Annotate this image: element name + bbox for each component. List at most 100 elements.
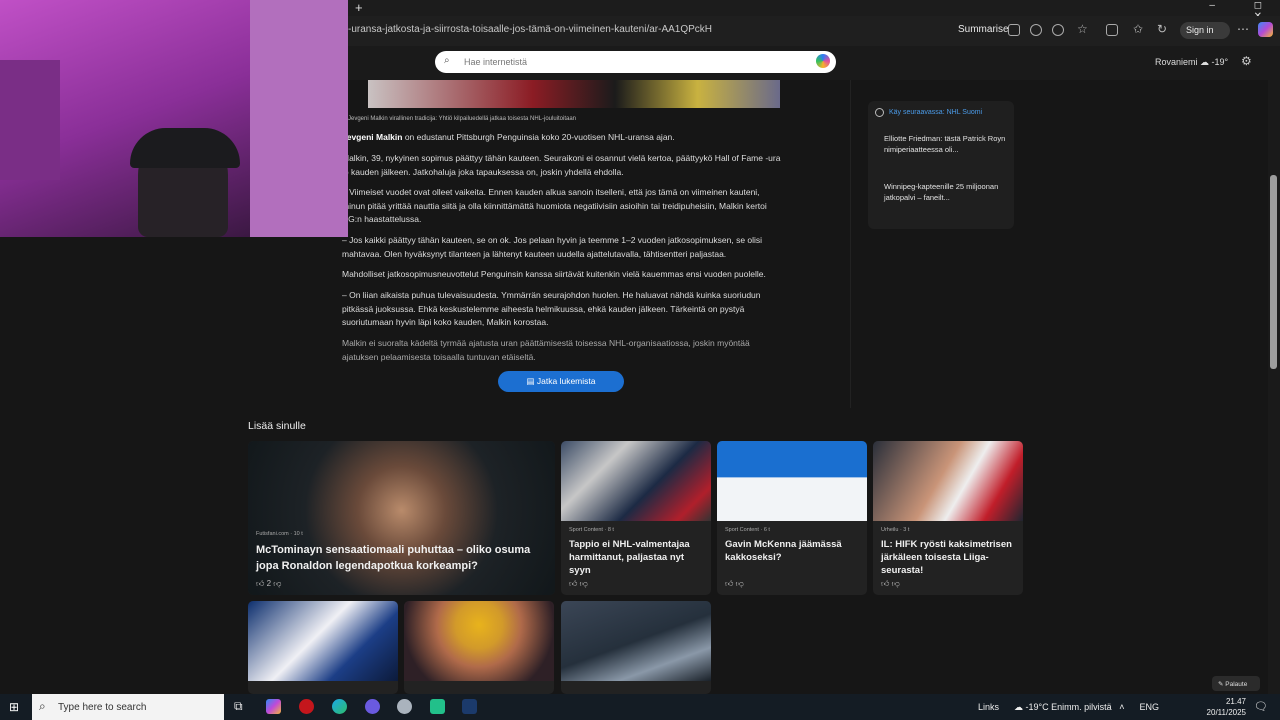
clock[interactable]: 21.47 20/11/2025 [1200, 696, 1246, 718]
weather-icon: ☁ [1014, 702, 1024, 712]
read-aloud-icon[interactable] [1052, 24, 1064, 36]
feedback-button[interactable]: ✎ Palaute [1212, 676, 1260, 691]
webcam-door [250, 0, 348, 237]
more-for-you-heading: Lisää sinulle [248, 420, 306, 432]
card-source: Sport Content · 8 t [569, 527, 614, 533]
links-label[interactable]: Links [978, 702, 999, 712]
windows-start-icon[interactable]: ⊞ [9, 700, 19, 714]
feed-card[interactable]: Urheilu · 3 t IL: HIFK ryösti kaksimetri… [873, 441, 1023, 595]
copilot-icon[interactable] [1258, 22, 1273, 37]
like-count: 2 [266, 579, 272, 588]
feedback-label: Palaute [1225, 681, 1248, 688]
copilot-toolbar-icon[interactable] [1008, 24, 1020, 36]
column-divider [850, 80, 851, 408]
summarise-button[interactable]: Summarise [958, 24, 1009, 35]
taskbar-weather[interactable]: -19°C Enimm. pilvistä [1026, 702, 1112, 712]
article-paragraph-5: Mahdolliset jatkosopimusneuvottelut Peng… [342, 269, 766, 279]
tray-chevron-icon[interactable]: ˄ [1119, 702, 1124, 712]
url-field[interactable]: -uransa-jatkosta-ja-siirrosta-toisaalle-… [348, 24, 712, 35]
card-source: Sport Content · 6 t [725, 527, 770, 533]
dislike-icon[interactable]: 👎︎ [580, 579, 588, 588]
continue-label: Jatka lukemista [536, 376, 596, 386]
more-menu-icon[interactable]: ⋯ [1237, 22, 1249, 36]
feed-card-large[interactable]: Futisfani.com · 10 t McTominayn sensaati… [248, 441, 555, 595]
clock-time: 21.47 [1225, 697, 1246, 706]
new-tab-button[interactable]: + [355, 0, 363, 15]
card-title: McTominayn sensaatiomaali puhuttaa – oli… [256, 544, 531, 572]
card-image [248, 601, 398, 681]
notifications-icon[interactable]: 🗨︎ [1254, 700, 1268, 713]
card-title: IL: HIFK ryösti kaksimetrisen järkäleen … [881, 539, 1012, 576]
card-image [561, 601, 711, 681]
like-icon[interactable]: 👍︎ [256, 579, 264, 588]
feed-card[interactable] [248, 601, 398, 694]
card-title: Tappio ei NHL-valmentajaa harmittanut, p… [569, 539, 690, 576]
favorite-star-icon[interactable]: ☆ [1077, 22, 1088, 36]
opera-app-icon[interactable] [299, 699, 314, 714]
card-image [717, 441, 867, 521]
card-actions[interactable]: 👍︎ 👎︎ [569, 579, 588, 589]
card-title: Gavin McKenna jäämässä kakkoseksi? [725, 539, 842, 563]
page-scrollbar[interactable] [1268, 80, 1280, 694]
feed-card[interactable] [561, 601, 711, 694]
scrollbar-thumb[interactable] [1270, 175, 1277, 369]
sidebar-item-1[interactable]: Elliotte Friedman: tästä Patrick Royn ni… [884, 134, 1006, 155]
zoom-out-icon[interactable] [1030, 24, 1042, 36]
continue-reading-button[interactable]: ▤ Jatka lukemista [498, 371, 624, 392]
webcam-shelf [0, 60, 60, 180]
app-icon[interactable] [397, 699, 412, 714]
feed-card[interactable]: Sport Content · 8 t Tappio ei NHL-valmen… [561, 441, 711, 595]
task-view-icon[interactable]: ⧉ [234, 699, 243, 714]
dislike-icon[interactable]: 👎︎ [273, 579, 281, 588]
card-image [404, 601, 554, 681]
weather-widget[interactable]: Rovaniemi ☁ -19° [1155, 57, 1228, 68]
feed-card[interactable] [404, 601, 554, 694]
image-caption: Jevgeni Malkin virallinen tradicija: Yht… [348, 116, 577, 122]
card-source: Futisfani.com · 10 t [256, 531, 303, 537]
article-paragraph-1: Jevgeni Malkin on edustanut Pittsburgh P… [342, 131, 782, 145]
player-name: Jevgeni Malkin [342, 132, 403, 142]
favorites-icon[interactable]: ✩ [1133, 22, 1143, 36]
nhl-suomi-logo-icon [875, 108, 884, 117]
reader-icon: ▤ [526, 376, 537, 386]
card-image [561, 441, 711, 521]
paragraph-text: on edustanut Pittsburgh Penguinsia koko … [402, 132, 675, 142]
card-source: Urheilu · 3 t [881, 527, 910, 533]
feed-card[interactable]: Sport Content · 6 t Gavin McKenna jäämäs… [717, 441, 867, 595]
taskbar-search-placeholder: Type here to search [58, 702, 147, 713]
article-hero-image [368, 80, 780, 108]
card-actions[interactable]: 👍︎ 2 👎︎ [256, 579, 281, 589]
settings-gear-icon[interactable]: ⚙ [1241, 54, 1252, 68]
search-icon: ⌕ [444, 55, 450, 66]
webcam-cap [130, 128, 240, 168]
system-tray[interactable]: Links ☁ -19°C Enimm. pilvistä ˄ ENG [978, 702, 1159, 713]
history-icon[interactable]: ↻ [1157, 22, 1167, 36]
card-actions[interactable]: 👍︎ 👎︎ [725, 579, 744, 589]
card-actions[interactable]: 👍︎ 👎︎ [881, 579, 900, 589]
search-icon: ⌕ [39, 699, 46, 713]
article-paragraph-3: – Viimeiset vuodet ovat olleet vaikeita.… [342, 187, 767, 224]
like-icon[interactable]: 👍︎ [881, 579, 889, 588]
article-paragraph-2: Malkin, 39, nykyinen sopimus päättyy täh… [342, 153, 781, 177]
follow-link[interactable]: Käy seuraavassa: NHL Suomi [889, 109, 982, 116]
lang-indicator[interactable]: ENG [1139, 702, 1159, 712]
discord-app-icon[interactable] [365, 699, 380, 714]
article-paragraph-6: – On liian aikaista puhua tulevaisuudest… [342, 290, 761, 327]
window-controls[interactable]: – ◻ ✕ [1196, 0, 1280, 22]
sidebar-item-2[interactable]: Winnipeg-kapteenille 25 miljoonan jatkop… [884, 182, 1006, 203]
related-sidebar [868, 101, 1014, 229]
sign-in-button[interactable]: Sign in [1180, 22, 1230, 39]
like-icon[interactable]: 👍︎ [725, 579, 733, 588]
article-paragraph-7: Malkin ei suoralta kädeltä tyrmää ajatus… [342, 338, 750, 362]
app-icon[interactable] [430, 699, 445, 714]
copilot-search-icon[interactable] [816, 54, 830, 68]
search-placeholder: Hae internetistä [464, 57, 528, 67]
extensions-icon[interactable] [1106, 24, 1118, 36]
dislike-icon[interactable]: 👎︎ [736, 579, 744, 588]
dislike-icon[interactable]: 👎︎ [892, 579, 900, 588]
like-icon[interactable]: 👍︎ [569, 579, 577, 588]
copilot-app-icon[interactable] [266, 699, 281, 714]
article-paragraph-4: – Jos kaikki päättyy tähän kauteen, se o… [342, 235, 763, 259]
edge-app-icon[interactable] [332, 699, 347, 714]
steam-app-icon[interactable] [462, 699, 477, 714]
